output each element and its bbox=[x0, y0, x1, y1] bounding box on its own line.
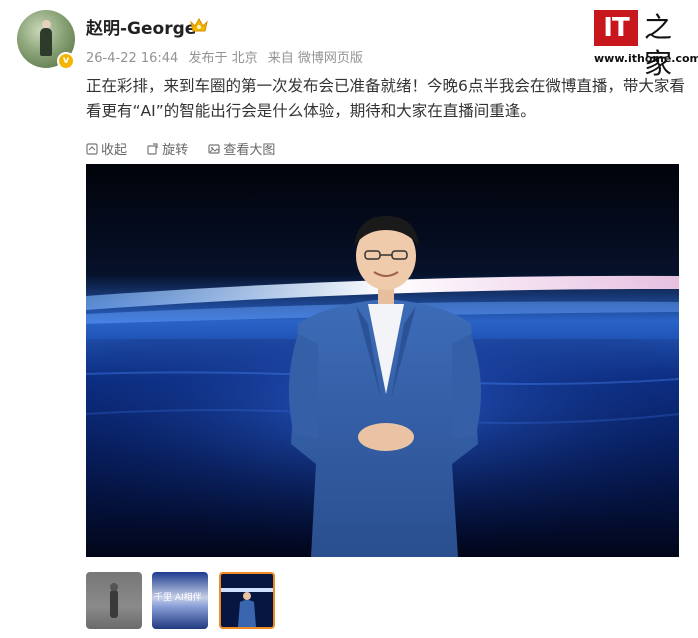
logo-url: www.ithome.com bbox=[594, 52, 698, 65]
ithome-logo: IT 之家 www.ithome.com bbox=[594, 10, 698, 80]
crown-icon bbox=[190, 17, 208, 32]
thumbnail-1[interactable] bbox=[86, 572, 142, 629]
post-meta: 26-4-22 16:44 发布于 北京 来自 微博网页版 bbox=[86, 47, 369, 66]
avatar-figure bbox=[40, 28, 52, 56]
thumbnail-2[interactable]: 千里 AI相伴 bbox=[152, 572, 208, 629]
rotate-button[interactable]: 旋转 bbox=[147, 139, 188, 158]
view-large-button[interactable]: 查看大图 bbox=[208, 139, 275, 158]
view-large-label: 查看大图 bbox=[223, 143, 276, 158]
thumbnail-1-drawing bbox=[110, 583, 118, 618]
post-location: 发布于 北京 bbox=[188, 51, 258, 66]
username[interactable]: 赵明-George bbox=[86, 14, 196, 39]
collapse-button[interactable]: 收起 bbox=[86, 139, 127, 158]
thumbnail-3-drawing bbox=[221, 574, 273, 627]
logo-zhi: 之家 bbox=[644, 11, 673, 80]
verified-badge-icon: v bbox=[57, 52, 75, 70]
thumbnail-2-label: 千里 AI相伴 bbox=[154, 593, 202, 603]
collapse-label: 收起 bbox=[101, 143, 128, 158]
post-source: 来自 微博网页版 bbox=[267, 51, 363, 66]
logo-it: IT bbox=[594, 10, 638, 46]
post-text: 正在彩排，来到车圈的第一次发布会已准备就绪！今晚6点半我会在微博直播，带大家看看… bbox=[86, 77, 685, 120]
rotate-icon bbox=[147, 143, 158, 155]
view-large-icon bbox=[208, 144, 220, 154]
collapse-icon bbox=[86, 143, 98, 155]
thumbnail-3-selected[interactable] bbox=[219, 572, 275, 629]
post-date[interactable]: 26-4-22 16:44 bbox=[86, 51, 178, 66]
image-actions: 收起 旋转 查看大图 bbox=[86, 139, 291, 158]
stage-photo-drawing bbox=[86, 164, 679, 557]
main-photo[interactable] bbox=[86, 164, 679, 557]
rotate-label: 旋转 bbox=[162, 143, 189, 158]
